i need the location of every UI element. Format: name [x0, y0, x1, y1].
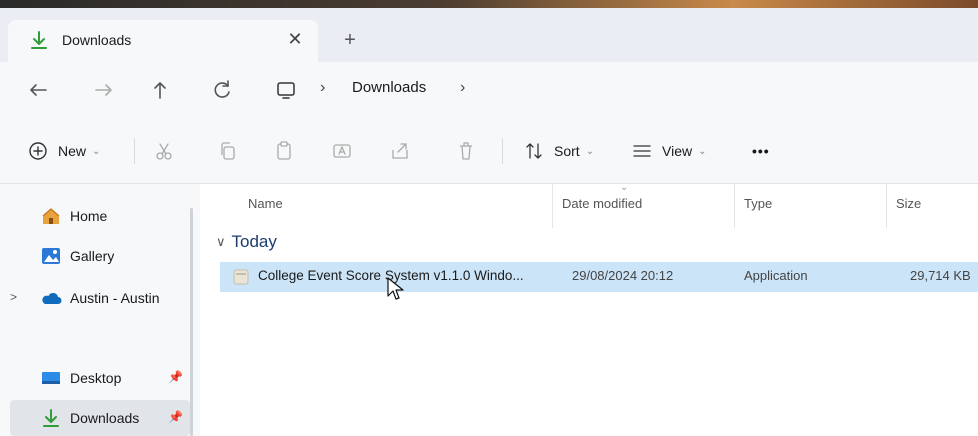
forward-button[interactable]: [90, 76, 118, 104]
view-button[interactable]: View ⌄: [630, 138, 706, 164]
group-label: Today: [231, 232, 277, 251]
sidebar-item-label: Gallery: [70, 248, 115, 264]
cut-button[interactable]: [152, 138, 176, 164]
refresh-button[interactable]: [208, 76, 236, 104]
sidebar-item-label: Home: [70, 208, 108, 224]
new-button[interactable]: New ⌄: [26, 138, 100, 164]
sort-indicator-icon: ⌄: [620, 182, 629, 193]
sidebar-item-label: Desktop: [70, 370, 122, 386]
chevron-down-icon: ∨: [216, 234, 226, 249]
list-view-icon: [633, 145, 651, 157]
up-button[interactable]: [146, 76, 174, 104]
new-tab-button[interactable]: +: [338, 28, 362, 52]
close-tab-icon[interactable]: ✕: [284, 28, 306, 50]
forward-arrow-icon: [95, 84, 112, 96]
file-size: 29,714 KB: [910, 268, 971, 283]
back-button[interactable]: [24, 76, 52, 104]
pin-icon[interactable]: 📌: [168, 410, 183, 424]
share-icon: [392, 143, 408, 159]
sidebar-item-desktop[interactable]: Desktop 📌: [10, 360, 190, 396]
sidebar-item-onedrive[interactable]: Austin - Austin: [10, 280, 190, 316]
tab-bar: Downloads ✕ +: [0, 8, 978, 62]
scissors-icon: [156, 143, 172, 160]
chevron-down-icon: ⌄: [698, 145, 707, 157]
file-date-modified: 29/08/2024 20:12: [572, 268, 674, 283]
desktop-icon: [42, 372, 60, 384]
download-arrow-icon: [43, 409, 59, 427]
clipboard-icon: [277, 141, 291, 160]
column-header-size[interactable]: Size: [896, 196, 921, 211]
window-top-edge: [0, 0, 978, 8]
tab-downloads[interactable]: Downloads ✕: [8, 20, 318, 62]
navigation-bar: › Downloads ›: [0, 62, 978, 118]
refresh-icon: [214, 80, 230, 98]
home-icon: [42, 208, 60, 224]
sort-icon: [526, 143, 542, 159]
onedrive-cloud-icon: [42, 292, 62, 304]
more-options-button[interactable]: •••: [752, 138, 770, 164]
navigation-pane: Home Gallery > Austin - Austin Desktop 📌…: [0, 184, 200, 436]
column-divider[interactable]: [734, 184, 735, 228]
sidebar-item-gallery[interactable]: Gallery: [10, 238, 190, 274]
sort-button[interactable]: Sort ⌄: [522, 138, 594, 164]
chevron-down-icon: ⌄: [92, 145, 101, 157]
toolbar-divider: [502, 138, 503, 164]
delete-button[interactable]: [454, 138, 478, 164]
back-arrow-icon: [30, 84, 47, 96]
column-divider[interactable]: [886, 184, 887, 228]
new-label: New: [58, 143, 87, 159]
rename-button[interactable]: [330, 138, 354, 164]
column-header-name[interactable]: Name: [248, 196, 283, 211]
view-label: View: [662, 143, 693, 159]
computer-icon: [277, 82, 295, 99]
sidebar-item-downloads[interactable]: Downloads 📌: [10, 400, 190, 436]
trash-icon: [460, 142, 472, 160]
gallery-icon: [42, 248, 60, 264]
up-arrow-icon: [154, 82, 166, 99]
column-divider[interactable]: [552, 184, 553, 228]
file-type: Application: [744, 268, 808, 283]
share-button[interactable]: [388, 138, 412, 164]
application-icon: [233, 269, 249, 285]
copy-icon: [221, 142, 235, 160]
sidebar-item-label: Austin - Austin: [70, 290, 160, 306]
mouse-pointer-icon: [387, 277, 404, 300]
pin-icon[interactable]: 📌: [168, 370, 183, 384]
toolbar-divider: [134, 138, 135, 164]
column-header-type[interactable]: Type: [744, 196, 772, 211]
sidebar-item-home[interactable]: Home: [10, 198, 190, 234]
sidebar-scrollbar[interactable]: [190, 208, 193, 436]
copy-button[interactable]: [216, 138, 240, 164]
this-pc-button[interactable]: [272, 76, 300, 104]
sidebar-item-label: Downloads: [70, 410, 140, 426]
download-arrow-icon: [31, 31, 47, 49]
plus-circle-icon: [29, 142, 47, 160]
group-header-today[interactable]: ∨ Today: [216, 232, 277, 252]
rename-icon: [333, 144, 351, 158]
paste-button[interactable]: [272, 138, 296, 164]
chevron-down-icon: ⌄: [585, 145, 595, 157]
breadcrumb-separator: ›: [320, 79, 326, 96]
more-icon: •••: [752, 143, 770, 159]
file-row[interactable]: College Event Score System v1.1.0 Windo.…: [220, 262, 978, 292]
command-bar: New ⌄ Sort ⌄ View ⌄ •••: [0, 118, 978, 184]
column-header-date-modified[interactable]: Date modified: [562, 196, 642, 211]
breadcrumb-separator[interactable]: ›: [460, 79, 465, 97]
breadcrumb-downloads[interactable]: Downloads: [352, 79, 426, 96]
sort-label: Sort: [554, 143, 580, 159]
tab-label: Downloads: [62, 32, 132, 48]
file-list: ⌄ Name Date modified Type Size ∨ Today C…: [200, 182, 978, 436]
